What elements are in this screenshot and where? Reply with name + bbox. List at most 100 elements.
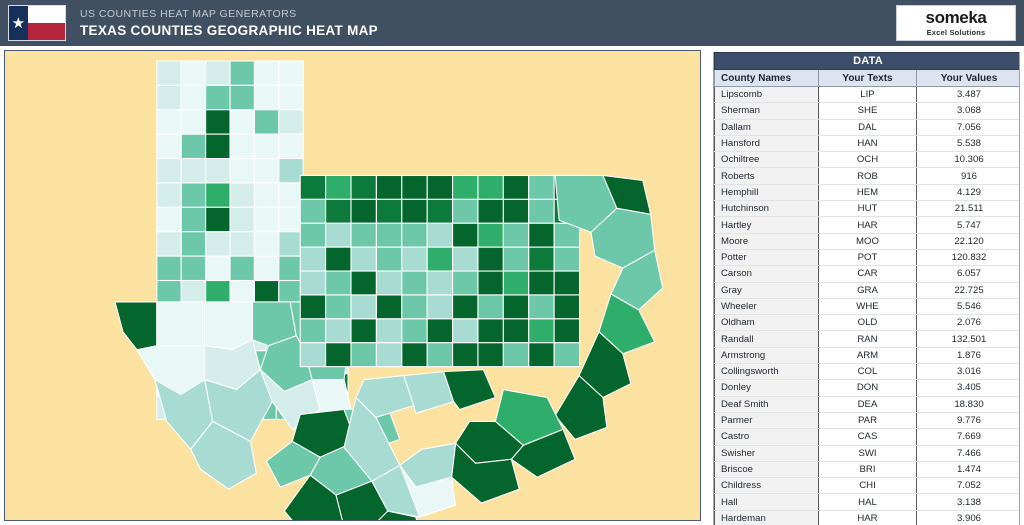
county-name-cell[interactable]: Gray [715,282,819,298]
table-row[interactable]: LipscombLIP3.487 [715,87,1021,103]
county-name-cell[interactable]: Armstrong [715,347,819,363]
county-value-cell[interactable]: 120.832 [917,249,1021,265]
county-central-7-3[interactable] [376,343,401,367]
county-central-2-7[interactable] [478,223,503,247]
county-central-7-9[interactable] [529,343,554,367]
county-name-cell[interactable]: Ochiltree [715,152,819,168]
county-code-cell[interactable]: RAN [819,331,917,347]
county-central-2-4[interactable] [402,223,427,247]
county-code-cell[interactable]: OLD [819,315,917,331]
county-central-2-6[interactable] [453,223,478,247]
county-panhandle-8-2[interactable] [206,256,230,280]
county-central-3-9[interactable] [529,247,554,271]
county-panhandle-6-0[interactable] [157,207,181,231]
county-central-4-5[interactable] [427,271,452,295]
county-panhandle-4-5[interactable] [279,159,303,183]
county-name-cell[interactable]: Hardeman [715,510,819,525]
table-row[interactable]: RobertsROB916 [715,168,1021,184]
table-row[interactable]: WheelerWHE5.546 [715,298,1021,314]
county-panhandle-0-3[interactable] [230,61,254,85]
county-central-1-2[interactable] [351,199,376,223]
county-name-cell[interactable]: Oldham [715,315,819,331]
county-value-cell[interactable]: 3.405 [917,380,1021,396]
county-central-6-1[interactable] [326,319,351,343]
county-value-cell[interactable]: 3.906 [917,510,1021,525]
table-row[interactable]: ShermanSHE3.068 [715,103,1021,119]
county-panhandle-7-2[interactable] [206,232,230,256]
table-row[interactable]: MooreMOO22.120 [715,233,1021,249]
county-central-4-10[interactable] [554,271,579,295]
county-code-cell[interactable]: SWI [819,445,917,461]
county-panhandle-0-2[interactable] [206,61,230,85]
county-panhandle-6-1[interactable] [181,207,205,231]
county-central-0-0[interactable] [300,175,325,199]
county-value-cell[interactable]: 3.016 [917,364,1021,380]
table-row[interactable]: DallamDAL7.056 [715,119,1021,135]
county-hudspeth[interactable] [157,302,205,346]
county-central-1-9[interactable] [529,199,554,223]
county-name-cell[interactable]: Potter [715,249,819,265]
county-panhandle-3-1[interactable] [181,134,205,158]
county-panhandle-0-5[interactable] [279,61,303,85]
county-panhandle-2-0[interactable] [157,110,181,134]
county-code-cell[interactable]: ARM [819,347,917,363]
table-row[interactable]: CollingsworthCOL3.016 [715,364,1021,380]
county-panhandle-5-2[interactable] [206,183,230,207]
county-value-cell[interactable]: 916 [917,168,1021,184]
county-panhandle-2-4[interactable] [254,110,278,134]
county-name-cell[interactable]: Lipscomb [715,87,819,103]
county-central-5-10[interactable] [554,295,579,319]
county-name-cell[interactable]: Carson [715,266,819,282]
county-panhandle-3-0[interactable] [157,134,181,158]
county-value-cell[interactable]: 5.538 [917,135,1021,151]
county-name-cell[interactable]: Parmer [715,412,819,428]
county-central-7-2[interactable] [351,343,376,367]
county-central-7-10[interactable] [554,343,579,367]
county-value-cell[interactable]: 7.669 [917,429,1021,445]
texas-county-heat-map[interactable] [4,50,701,521]
county-central-6-7[interactable] [478,319,503,343]
county-panhandle-9-0[interactable] [157,281,181,305]
county-central-1-5[interactable] [427,199,452,223]
county-value-cell[interactable]: 7.052 [917,478,1021,494]
county-name-cell[interactable]: Randall [715,331,819,347]
table-row[interactable]: BriscoeBRI1.474 [715,461,1021,477]
county-central-5-5[interactable] [427,295,452,319]
county-name-cell[interactable]: Roberts [715,168,819,184]
table-row[interactable]: ArmstrongARM1.876 [715,347,1021,363]
county-panhandle-8-1[interactable] [181,256,205,280]
county-name-cell[interactable]: Donley [715,380,819,396]
county-value-cell[interactable]: 21.511 [917,201,1021,217]
county-name-cell[interactable]: Collingsworth [715,364,819,380]
county-panhandle-7-0[interactable] [157,232,181,256]
table-row[interactable]: PotterPOT120.832 [715,249,1021,265]
data-table-panel[interactable]: DATA County Names Your Texts Your Values… [713,52,1020,525]
county-code-cell[interactable]: CHI [819,478,917,494]
county-panhandle-2-2[interactable] [206,110,230,134]
county-panhandle-9-1[interactable] [181,281,205,305]
county-value-cell[interactable]: 5.747 [917,217,1021,233]
county-central-6-0[interactable] [300,319,325,343]
county-central-1-4[interactable] [402,199,427,223]
county-central-4-8[interactable] [503,271,528,295]
county-code-cell[interactable]: LIP [819,87,917,103]
county-central-6-9[interactable] [529,319,554,343]
county-value-cell[interactable]: 3.138 [917,494,1021,510]
county-code-cell[interactable]: HAR [819,217,917,233]
county-name-cell[interactable]: Hutchinson [715,201,819,217]
county-code-cell[interactable]: MOO [819,233,917,249]
county-code-cell[interactable]: PAR [819,412,917,428]
county-central-0-7[interactable] [478,175,503,199]
county-hill-3[interactable] [444,370,496,410]
county-central-2-9[interactable] [529,223,554,247]
county-value-cell[interactable]: 4.129 [917,184,1021,200]
county-central-7-7[interactable] [478,343,503,367]
county-central-5-7[interactable] [478,295,503,319]
county-panhandle-1-2[interactable] [206,85,230,109]
county-central-1-0[interactable] [300,199,325,223]
county-code-cell[interactable]: WHE [819,298,917,314]
county-panhandle-6-4[interactable] [254,207,278,231]
county-name-cell[interactable]: Hartley [715,217,819,233]
county-central-1-7[interactable] [478,199,503,223]
county-central-4-3[interactable] [376,271,401,295]
